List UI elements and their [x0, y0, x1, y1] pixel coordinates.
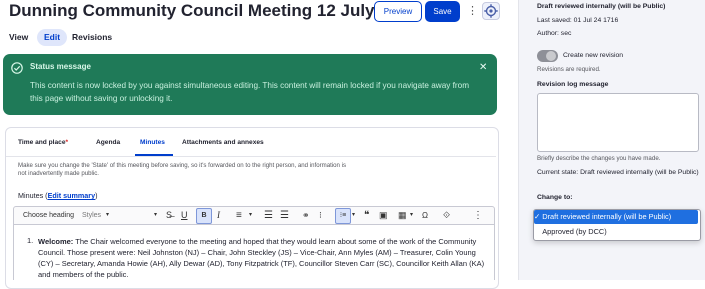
image-icon[interactable]: ▣	[379, 207, 388, 224]
minutes-label-text: Minutes (	[18, 191, 48, 200]
chevron-down-icon: ▾	[352, 212, 356, 218]
editor-toolbar: Choose heading Styles ▾ ▾ S̶ U B I ≡ ▾ ☰…	[13, 206, 495, 225]
chevron-down-icon: ▾	[154, 212, 158, 218]
tab-view[interactable]: View	[9, 29, 28, 46]
revision-log-textarea[interactable]	[537, 93, 699, 152]
source-icon[interactable]: ⟐	[443, 207, 450, 224]
settings-button[interactable]	[482, 2, 500, 20]
tab-minutes[interactable]: Minutes	[140, 139, 165, 146]
check-circle-icon	[11, 62, 23, 74]
item-text: The Chair welcomed everyone to the meeti…	[38, 237, 485, 279]
status-message: Status message This content is now locke…	[3, 54, 497, 115]
chevron-down-icon: ▾	[106, 212, 110, 218]
styles-dropdown[interactable]: Styles	[82, 207, 101, 224]
bold-icon[interactable]: B	[196, 208, 212, 224]
create-revision-label: Create new revision	[563, 52, 624, 59]
indent-icon[interactable]: ☰	[264, 207, 273, 224]
status-title: Status message	[30, 62, 91, 71]
outdent-icon[interactable]: ☰	[280, 207, 289, 224]
author: Author: sec	[537, 30, 572, 37]
chevron-down-icon: ▾	[410, 212, 414, 218]
last-saved: Last saved: 01 Jul 24 1716	[537, 17, 619, 24]
revision-log-label: Revision log message	[537, 81, 609, 88]
current-state: Current state: Draft reviewed internally…	[537, 169, 699, 176]
tab-revisions[interactable]: Revisions	[72, 29, 112, 46]
moderation-status: Draft reviewed internally (will be Publi…	[537, 3, 666, 10]
tab-agenda[interactable]: Agenda	[96, 139, 120, 146]
divider	[6, 156, 496, 157]
numbered-list-icon[interactable]: ⁝≡	[335, 208, 351, 224]
heading-dropdown[interactable]: Choose heading	[23, 207, 74, 224]
toggle-knob	[546, 51, 556, 61]
item-lead: Welcome:	[38, 237, 74, 246]
strikethrough-icon[interactable]: S̶	[166, 207, 172, 224]
more-actions-icon[interactable]: ⋮	[467, 4, 478, 18]
state-option-label: Approved (by DCC)	[542, 227, 607, 236]
revision-log-description: Briefly describe the changes you have ma…	[537, 155, 661, 162]
preview-button[interactable]: Preview	[374, 1, 422, 22]
minutes-label-end: )	[95, 191, 98, 200]
special-characters-icon[interactable]: Ω	[422, 207, 428, 224]
tab-time-and-place[interactable]: Time and place*	[18, 139, 68, 146]
tab-attachments[interactable]: Attachments and annexes	[182, 139, 264, 146]
state-option-selected[interactable]: ✓ Draft reviewed internally (will be Pub…	[534, 210, 698, 224]
gear-icon	[484, 4, 498, 18]
tab-edit[interactable]: Edit	[37, 29, 67, 46]
tab-label: Time and place	[18, 139, 66, 146]
required-marker: *	[65, 139, 69, 146]
help-text: Make sure you change the 'State' of this…	[18, 162, 346, 178]
state-option-approved[interactable]: Approved (by DCC)	[534, 225, 698, 238]
underline-icon[interactable]: U	[181, 207, 188, 224]
list-number: 1.	[27, 236, 34, 245]
minutes-item: Welcome: The Chair welcomed everyone to …	[38, 236, 488, 280]
page-title: Dunning Community Council Meeting 12 Jul…	[9, 1, 418, 20]
change-to-label: Change to:	[537, 194, 573, 201]
bulleted-list-icon[interactable]: ⁝	[319, 207, 322, 224]
save-button[interactable]: Save	[425, 1, 460, 22]
status-text: This content is now locked by you agains…	[30, 81, 470, 103]
align-icon[interactable]: ≡	[236, 207, 242, 224]
more-tools-icon[interactable]: ⋮	[473, 207, 483, 224]
link-icon[interactable]: ⚭	[302, 207, 310, 224]
revisions-required-note: Revisions are required.	[537, 66, 601, 73]
blockquote-icon[interactable]: ❝	[364, 207, 369, 224]
italic-icon[interactable]: I	[217, 207, 220, 224]
minutes-label: Minutes (Edit summary)	[18, 191, 98, 200]
table-icon[interactable]: ▦	[398, 207, 407, 224]
close-icon[interactable]: ✕	[479, 62, 487, 73]
edit-summary-link[interactable]: Edit summary	[48, 191, 96, 200]
chevron-down-icon: ▾	[249, 212, 253, 218]
